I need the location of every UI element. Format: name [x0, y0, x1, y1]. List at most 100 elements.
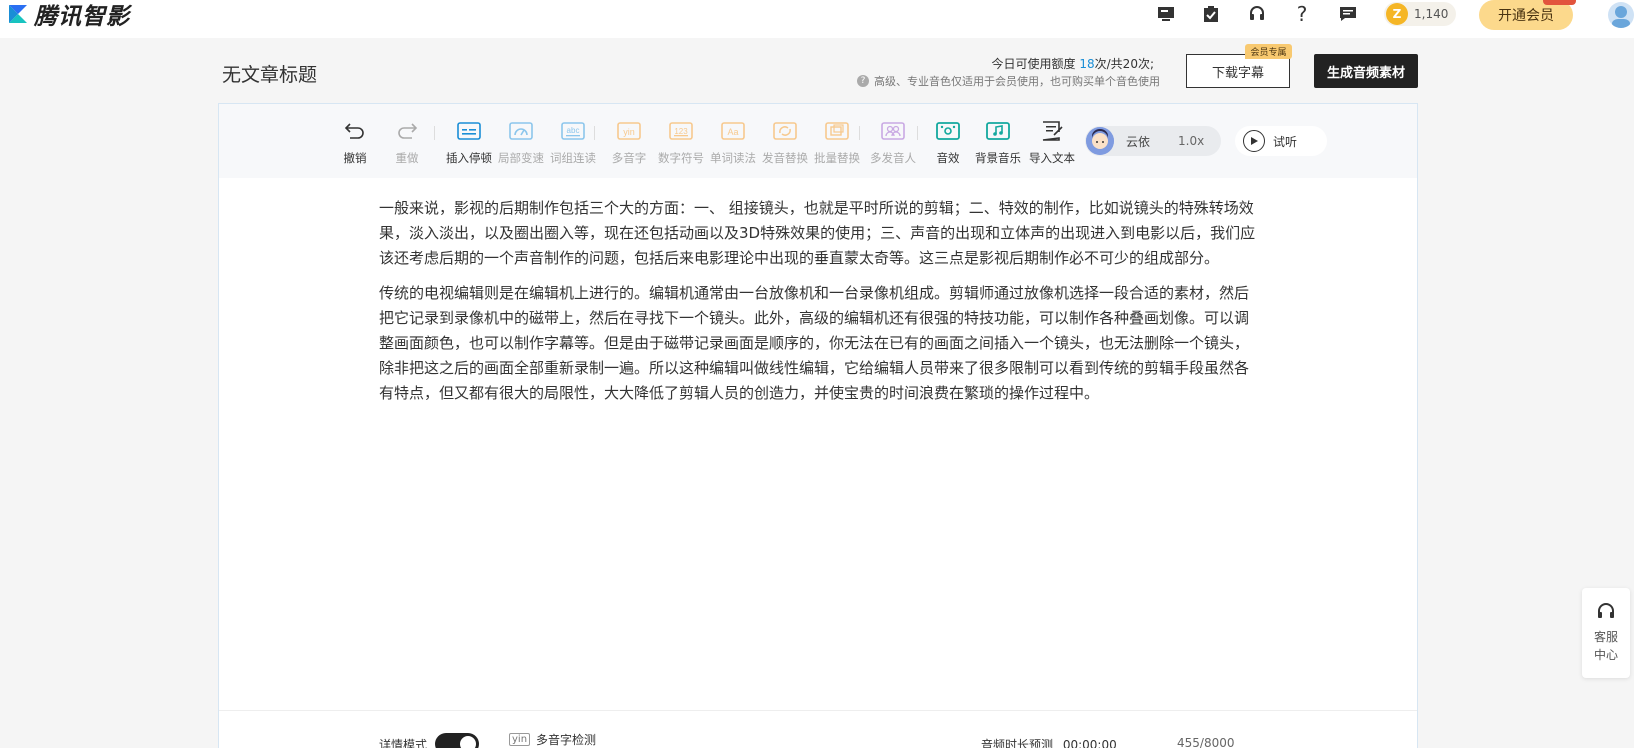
- top-header: 腾讯智影 ? Z 1,140 开通会员: [0, 0, 1634, 38]
- svg-text:abc: abc: [567, 126, 580, 135]
- duration-label: 音频时长预测: [981, 738, 1054, 748]
- preview-listen-button[interactable]: 试听: [1235, 126, 1327, 156]
- polyphone-check-button[interactable]: yin 多音字检测: [509, 731, 596, 748]
- number-symbol-label: 数字符号: [658, 151, 704, 165]
- polyphone-button[interactable]: yin 多音字: [603, 118, 655, 166]
- headset-icon[interactable]: [1246, 3, 1268, 25]
- batch-replace-label: 批量替换: [814, 151, 860, 165]
- quota-note-text: 高级、专业音色仅适用于会员使用，也可购买单个音色使用: [874, 75, 1160, 88]
- pronunciation-replace-label: 发音替换: [762, 151, 808, 165]
- clipboard-check-icon[interactable]: [1200, 3, 1222, 25]
- svg-text:123: 123: [674, 127, 688, 136]
- voice-speed[interactable]: 1.0x: [1178, 134, 1204, 148]
- sound-effect-icon: [935, 118, 961, 144]
- sound-effect-label: 音效: [936, 151, 960, 165]
- quota-suffix: 次/共20次;: [1094, 57, 1154, 71]
- word-linking-label: 词组连读: [550, 151, 596, 165]
- voice-name: 云依: [1126, 134, 1151, 149]
- toolbar-divider: [594, 126, 595, 140]
- usage-quota: 今日可使用额度 18次/共20次;: [992, 55, 1154, 72]
- speedometer-icon: [508, 118, 534, 144]
- voice-selector[interactable]: 云依 1.0x: [1085, 126, 1221, 156]
- char-count: 455/8000: [1177, 736, 1235, 748]
- word-reading-button[interactable]: Aa 单词读法: [707, 118, 759, 166]
- local-speed-button[interactable]: 局部变速: [495, 118, 547, 166]
- polyphone-check-label: 多音字检测: [536, 733, 597, 747]
- toolbar-divider: [859, 126, 860, 140]
- bgm-label: 背景音乐: [975, 151, 1021, 165]
- toolbar-divider: [434, 126, 435, 140]
- undo-button[interactable]: 撤销: [329, 118, 381, 166]
- voice-avatar: [1086, 127, 1114, 155]
- coin-count: 1,140: [1414, 7, 1449, 21]
- audio-duration-estimate: 音频时长预测 00:00:00: [981, 736, 1117, 748]
- import-text-icon: [1039, 118, 1065, 144]
- detail-mode-toggle[interactable]: [435, 733, 479, 748]
- editor-toolbar: 撤销 重做 插入停顿 局部变速 abc 词组连读 yin 多音字 123 数字符…: [219, 104, 1417, 178]
- pinyin-icon: yin: [509, 733, 531, 746]
- customer-service-button[interactable]: 客服中心: [1582, 588, 1630, 678]
- member-only-badge: 会员专属: [1245, 44, 1292, 59]
- multi-user-icon: [880, 118, 906, 144]
- question-circle-icon: ?: [857, 75, 869, 87]
- replace-icon: [772, 118, 798, 144]
- batch-icon: [824, 118, 850, 144]
- customer-service-label: 客服中心: [1593, 630, 1618, 662]
- duration-value: 00:00:00: [1062, 738, 1117, 748]
- number-symbol-button[interactable]: 123 数字符号: [655, 118, 707, 166]
- paragraph[interactable]: 一般来说，影视的后期制作包括三个大的方面：一、 组接镜头，也就是平时所说的剪辑；…: [379, 196, 1259, 271]
- sound-effect-button[interactable]: 音效: [922, 118, 974, 166]
- font-aa-icon: Aa: [720, 118, 746, 144]
- bgm-button[interactable]: 背景音乐: [972, 118, 1024, 166]
- multi-speaker-label: 多发音人: [870, 151, 916, 165]
- document-title[interactable]: 无文章标题: [222, 60, 317, 87]
- headset-icon: [1598, 603, 1614, 618]
- quota-prefix: 今日可使用额度: [991, 57, 1080, 71]
- download-subtitle-button[interactable]: 下载字幕: [1186, 54, 1290, 88]
- monitor-icon[interactable]: [1155, 3, 1177, 25]
- insert-pause-label: 插入停顿: [446, 151, 492, 165]
- svg-text:yin: yin: [623, 127, 635, 137]
- word-reading-label: 单词读法: [710, 151, 756, 165]
- quota-note: ? 高级、专业音色仅适用于会员使用，也可购买单个音色使用: [857, 73, 1160, 89]
- coin-icon: Z: [1386, 3, 1408, 25]
- user-avatar[interactable]: [1608, 2, 1634, 28]
- brand-name: 腾讯智影: [34, 4, 130, 30]
- music-note-icon: [985, 118, 1011, 144]
- redo-button[interactable]: 重做: [381, 118, 433, 166]
- tencent-zhiying-logo-icon: [9, 5, 27, 23]
- multi-speaker-button[interactable]: 多发音人: [867, 118, 919, 166]
- editor-footer: 详情模式 yin 多音字检测 音频时长预测 00:00:00 455/8000: [219, 710, 1417, 748]
- brand-logo[interactable]: 腾讯智影: [6, 0, 130, 30]
- pronunciation-replace-button[interactable]: 发音替换: [759, 118, 811, 166]
- message-icon[interactable]: [1337, 3, 1359, 25]
- import-text-button[interactable]: 导入文本: [1026, 118, 1078, 166]
- redo-label: 重做: [395, 151, 419, 165]
- editor-panel: 撤销 重做 插入停顿 局部变速 abc 词组连读 yin 多音字 123 数字符…: [218, 103, 1418, 748]
- script-text-editor[interactable]: 一般来说，影视的后期制作包括三个大的方面：一、 组接镜头，也就是平时所说的剪辑；…: [379, 196, 1259, 416]
- vip-promo-badge: [1543, 0, 1576, 5]
- import-text-label: 导入文本: [1029, 151, 1075, 165]
- insert-pause-icon: [456, 118, 482, 144]
- svg-text:Aa: Aa: [727, 127, 738, 137]
- coin-balance[interactable]: Z 1,140: [1384, 2, 1456, 26]
- pinyin-icon: yin: [616, 118, 642, 144]
- polyphone-label: 多音字: [611, 151, 647, 165]
- paragraph[interactable]: 传统的电视编辑则是在编辑机上进行的。编辑机通常由一台放像机和一台录像机组成。剪辑…: [379, 281, 1259, 406]
- toggle-knob: [460, 736, 476, 748]
- number-123-icon: 123: [668, 118, 694, 144]
- listen-label: 试听: [1273, 134, 1298, 149]
- quota-used: 18: [1079, 57, 1095, 71]
- insert-pause-button[interactable]: 插入停顿: [443, 118, 495, 166]
- redo-icon: [394, 118, 420, 144]
- play-icon: [1243, 130, 1265, 152]
- toolbar-divider: [917, 126, 918, 140]
- undo-icon: [342, 118, 368, 144]
- help-icon[interactable]: ?: [1291, 2, 1313, 26]
- generate-audio-button[interactable]: 生成音频素材: [1314, 54, 1418, 88]
- word-linking-button[interactable]: abc 词组连读: [547, 118, 599, 166]
- batch-replace-button[interactable]: 批量替换: [811, 118, 863, 166]
- undo-label: 撤销: [343, 151, 367, 165]
- abc-icon: abc: [560, 118, 586, 144]
- local-speed-label: 局部变速: [498, 151, 544, 165]
